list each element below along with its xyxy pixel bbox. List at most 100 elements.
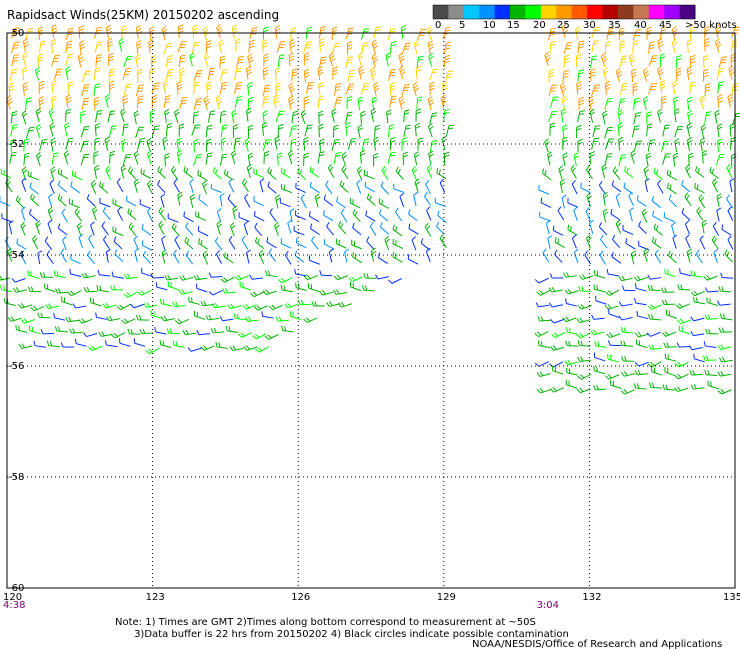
wind-barb bbox=[684, 220, 690, 235]
wind-barb bbox=[235, 56, 244, 68]
wind-barb bbox=[11, 54, 20, 67]
wind-barb bbox=[620, 389, 635, 395]
wind-barb bbox=[573, 152, 580, 167]
wind-barb bbox=[563, 42, 573, 54]
wind-barb bbox=[714, 109, 720, 124]
legend-label: 35 bbox=[608, 20, 621, 31]
wind-barb bbox=[604, 153, 613, 166]
wind-barb bbox=[562, 124, 568, 139]
wind-barb bbox=[162, 136, 168, 151]
wind-barb bbox=[592, 125, 601, 138]
wind-barb bbox=[648, 83, 657, 95]
wind-barb bbox=[575, 53, 582, 68]
wind-barb bbox=[429, 81, 435, 96]
wind-barb bbox=[371, 39, 379, 54]
wind-barb bbox=[326, 301, 341, 307]
wind-barb bbox=[179, 96, 188, 109]
wind-barb bbox=[332, 66, 338, 80]
wind-barb bbox=[291, 110, 299, 124]
wind-barb bbox=[158, 207, 167, 221]
wind-barb bbox=[628, 53, 636, 68]
wind-barb bbox=[89, 297, 102, 307]
lat-label: -58 bbox=[8, 472, 24, 483]
wind-barb bbox=[22, 38, 30, 52]
wind-barb bbox=[81, 272, 96, 279]
wind-barb bbox=[259, 178, 265, 193]
wind-barb bbox=[717, 138, 723, 153]
wind-barb bbox=[121, 318, 136, 325]
wind-barb bbox=[261, 122, 268, 136]
wind-barb bbox=[633, 112, 641, 125]
wind-barb bbox=[267, 167, 277, 180]
wind-barb bbox=[116, 178, 124, 192]
wind-barb bbox=[35, 220, 42, 235]
wind-barb bbox=[69, 268, 82, 277]
wind-barb bbox=[549, 273, 564, 279]
wind-barb bbox=[716, 67, 725, 81]
wind-barb bbox=[700, 124, 707, 139]
wind-barb bbox=[280, 238, 292, 249]
wind-barb bbox=[654, 249, 662, 264]
wind-barb bbox=[128, 222, 137, 237]
wind-barb bbox=[712, 221, 720, 236]
wind-barb bbox=[646, 123, 653, 137]
wind-barb bbox=[436, 221, 445, 235]
wind-barb bbox=[233, 313, 247, 321]
wind-barb bbox=[364, 181, 376, 193]
wind-barb bbox=[630, 250, 637, 265]
wind-barb bbox=[248, 39, 255, 53]
wind-barb bbox=[667, 250, 677, 264]
wind-barb bbox=[120, 164, 127, 179]
wind-barb bbox=[39, 272, 54, 278]
wind-barb bbox=[429, 140, 438, 153]
wind-barb bbox=[716, 123, 723, 138]
wind-barb bbox=[609, 380, 622, 390]
wind-barb bbox=[701, 219, 708, 234]
wind-barb bbox=[646, 331, 661, 337]
wind-barb bbox=[373, 136, 379, 151]
wind-barb bbox=[618, 98, 626, 111]
wind-barb bbox=[197, 226, 209, 237]
wind-barb bbox=[374, 124, 381, 138]
wind-barb bbox=[233, 81, 243, 94]
wind-barb bbox=[602, 110, 608, 125]
wind-barb bbox=[114, 249, 124, 262]
wind-barb bbox=[663, 342, 677, 348]
wind-barb bbox=[590, 329, 605, 336]
wind-barb bbox=[51, 55, 60, 67]
wind-barb bbox=[551, 331, 566, 339]
wind-barb bbox=[379, 222, 390, 235]
wind-barb bbox=[377, 252, 389, 265]
wind-barb bbox=[247, 81, 253, 96]
wind-barb bbox=[172, 301, 186, 307]
wind-barb bbox=[347, 69, 355, 83]
wind-barb bbox=[253, 195, 264, 207]
wind-barb bbox=[27, 270, 40, 279]
wind-barb bbox=[602, 67, 609, 82]
wind-barb bbox=[560, 108, 567, 123]
wind-barb bbox=[642, 67, 650, 82]
wind-barb bbox=[74, 338, 87, 347]
wind-barb bbox=[303, 317, 318, 323]
wind-barb bbox=[160, 193, 166, 208]
wind-barb bbox=[535, 302, 550, 308]
wind-barb bbox=[534, 277, 549, 284]
lat-label: -56 bbox=[8, 361, 24, 372]
wind-barb bbox=[216, 23, 223, 39]
wind-barb bbox=[399, 192, 405, 208]
wind-barb bbox=[634, 361, 649, 367]
wind-barb bbox=[122, 123, 129, 137]
legend-label: 0 bbox=[435, 20, 442, 31]
wind-barb bbox=[599, 250, 606, 265]
wind-barb bbox=[604, 81, 611, 95]
wind-barb bbox=[184, 236, 194, 250]
wind-barb bbox=[133, 110, 140, 125]
wind-barb bbox=[122, 94, 129, 109]
wind-barb bbox=[304, 124, 313, 137]
wind-barb bbox=[258, 249, 265, 264]
lat-label: -52 bbox=[8, 139, 24, 150]
wind-barb bbox=[612, 234, 621, 248]
wind-barb bbox=[193, 310, 206, 320]
wind-barb bbox=[123, 83, 132, 96]
wind-barb bbox=[600, 234, 608, 249]
